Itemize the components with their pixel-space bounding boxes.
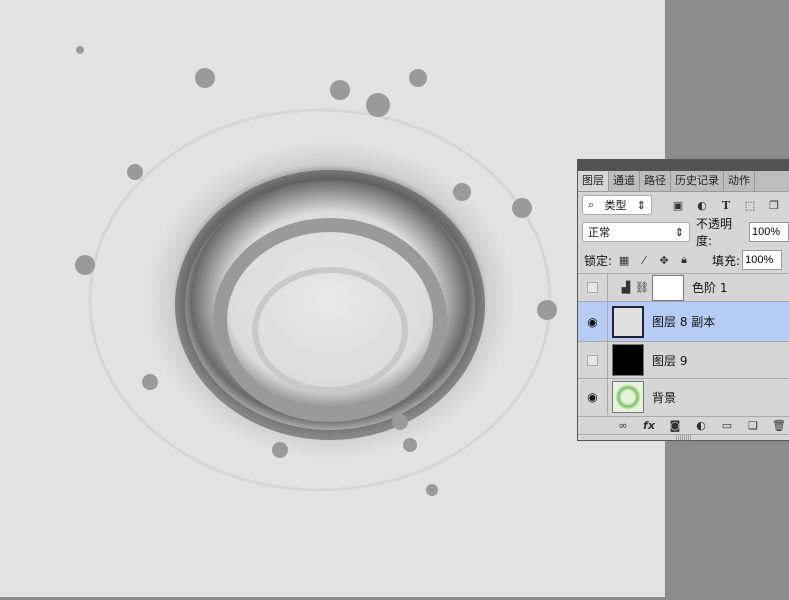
layers-panel: 图层 通道 路径 历史记录 动作 ⌕ 类型 ⇕ ▣ ◐ T ⬚ ❐ 正常 ⇕ 不… [577, 159, 789, 442]
brush-icon[interactable]: ⁄ [636, 254, 652, 267]
tab-layers[interactable]: 图层 [578, 171, 609, 191]
opacity-label: 不透明度: [696, 217, 733, 248]
blend-mode-value: 正常 [588, 226, 610, 239]
move-icon[interactable]: ✥ [656, 254, 672, 267]
fill-input[interactable] [742, 250, 783, 270]
lock-label: 锁定: [584, 253, 613, 268]
layer-name: 色阶 1 [692, 281, 728, 295]
filter-type-select[interactable]: ⌕ 类型 ⇕ [582, 195, 652, 215]
water-splash-image [75, 46, 557, 496]
spinner-icon: ⇕ [674, 225, 685, 239]
layer-thumbnail [612, 305, 644, 338]
visibility-toggle[interactable]: ◉ [578, 379, 608, 415]
tab-history[interactable]: 历史记录 [671, 171, 724, 191]
layer-levels-1[interactable]: ▟ ⛓︎ 色阶 1 [578, 273, 789, 301]
filter-type-value: 类型 [604, 199, 627, 212]
fill-label: 填充: [712, 253, 741, 268]
folder-icon[interactable]: ▭ [719, 419, 735, 432]
opacity-input[interactable] [749, 222, 789, 242]
lock-icon[interactable]: 🔒︎ [676, 253, 692, 267]
shape-filter-icon[interactable]: ⬚ [742, 199, 758, 212]
link-icon[interactable]: ⛓︎ [634, 281, 650, 294]
search-icon: ⌕ [588, 198, 595, 211]
blend-mode-select[interactable]: 正常 ⇕ [582, 222, 691, 242]
layer-thumbnail [612, 344, 644, 376]
layer-name: 图层 8 副本 [652, 315, 716, 329]
fx-icon[interactable]: fx [641, 419, 657, 432]
eye-icon: ◉ [587, 390, 598, 404]
panel-tabs: 图层 通道 路径 历史记录 动作 [578, 171, 789, 192]
layer-background[interactable]: ◉ 背景 [578, 378, 789, 415]
tab-actions[interactable]: 动作 [724, 171, 755, 191]
add-mask-icon[interactable]: ◙ [667, 419, 683, 432]
tab-paths[interactable]: 路径 [640, 171, 671, 191]
trash-icon[interactable]: 🗑︎ [771, 419, 787, 432]
layer-mask-thumbnail [652, 274, 684, 301]
link-layers-icon[interactable]: ∞ [615, 419, 631, 432]
adjustment-layer-icon[interactable]: ◐ [693, 419, 709, 432]
smart-object-filter-icon[interactable]: ❐ [766, 199, 782, 212]
spinner-icon: ⇕ [636, 198, 646, 212]
lock-transparent-pixels-icon[interactable]: ▦ [616, 254, 632, 267]
resize-grip[interactable]: |||||||| [578, 434, 789, 442]
text-filter-icon[interactable]: T [718, 199, 734, 212]
layer-name: 图层 9 [652, 353, 688, 368]
new-layer-icon[interactable]: ❏ [745, 419, 761, 432]
panel-header[interactable] [578, 160, 789, 171]
visibility-toggle[interactable] [587, 282, 598, 293]
adjustment-filter-icon[interactable]: ◐ [694, 199, 710, 212]
image-filter-icon[interactable]: ▣ [670, 199, 686, 212]
layer-8-copy[interactable]: ◉ 图层 8 副本 [578, 301, 789, 341]
eye-icon: ◉ [587, 314, 598, 329]
tab-channels[interactable]: 通道 [609, 171, 640, 191]
layer-9[interactable]: 图层 9 [578, 341, 789, 378]
visibility-toggle[interactable]: ◉ [578, 302, 608, 341]
levels-histogram-icon: ▟ [621, 281, 631, 294]
layer-thumbnail [612, 381, 644, 413]
visibility-toggle[interactable] [587, 354, 598, 366]
layer-name: 背景 [652, 390, 677, 405]
document-canvas[interactable] [0, 0, 665, 597]
